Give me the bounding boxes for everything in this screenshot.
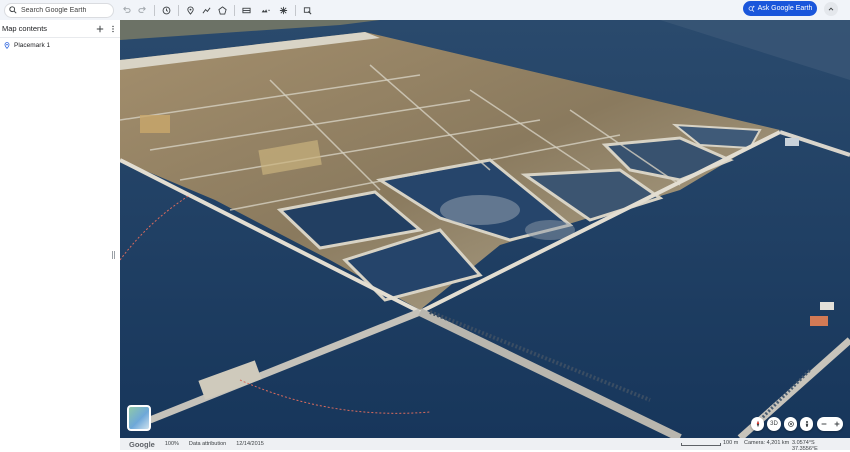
search-icon: [9, 6, 17, 14]
layers-icon: [242, 7, 251, 13]
toolbar-divider: [154, 4, 155, 16]
compass-icon: [756, 420, 759, 428]
weather-button[interactable]: [277, 4, 290, 17]
toolbar-divider: [295, 4, 296, 16]
image-overlay-icon: [261, 8, 270, 12]
more-vert-icon: [112, 25, 114, 32]
google-logo: Google: [129, 439, 155, 449]
placemark-icon: [4, 42, 10, 49]
chevron-up-icon: [828, 7, 834, 11]
image-overlay-button[interactable]: [256, 4, 274, 17]
undo-button[interactable]: [120, 4, 133, 17]
plus-icon: [96, 25, 104, 32]
panel-resize-handle[interactable]: [112, 251, 115, 259]
zoom-level: 100%: [164, 441, 179, 447]
history-button[interactable]: [160, 4, 173, 17]
scale-bar: [681, 443, 721, 446]
draw-polygon-button[interactable]: [216, 4, 229, 17]
coordinates: 3.0574°S 37.3556°E: [792, 440, 818, 452]
imagery-date: 12/14/2015: [236, 441, 264, 447]
zoom-out-icon[interactable]: [820, 420, 828, 428]
add-placemark-button[interactable]: [184, 4, 197, 17]
ask-label: Ask Google Earth: [757, 5, 813, 12]
search-input[interactable]: [21, 6, 109, 14]
ask-google-earth-button[interactable]: Ask Google Earth: [743, 1, 817, 16]
zoom-in-icon[interactable]: [833, 420, 841, 428]
satellite-imagery: [120, 20, 850, 438]
map-viewport[interactable]: [120, 20, 850, 438]
history-icon: [162, 6, 171, 14]
map-style-button[interactable]: [127, 405, 151, 431]
collapse-toolbar-button[interactable]: [824, 2, 838, 16]
weather-icon: [279, 6, 288, 14]
panel-title: Map contents: [2, 24, 48, 33]
spark-search-icon: [748, 5, 755, 12]
toolbar-divider: [178, 4, 179, 16]
add-button[interactable]: [95, 23, 105, 35]
toggle-3d-button[interactable]: 3D: [767, 417, 781, 431]
placemark-icon: [187, 6, 194, 15]
panel-header: Map contents: [0, 20, 120, 38]
compass-button[interactable]: [751, 417, 764, 431]
my-location-icon: [787, 421, 794, 427]
path-icon: [202, 7, 211, 13]
top-toolbar: Ask Google Earth: [0, 0, 850, 20]
redo-button[interactable]: [136, 4, 149, 17]
toolbar-divider: [234, 4, 235, 16]
map-contents-panel: Map contents Placemark 1: [0, 20, 120, 450]
capture-button[interactable]: [301, 4, 314, 17]
polygon-icon: [218, 5, 227, 15]
zoom-controls: [817, 417, 843, 431]
more-options-button[interactable]: [108, 23, 118, 35]
draw-path-button[interactable]: [200, 4, 213, 17]
redo-icon: [138, 6, 146, 13]
search-box[interactable]: [4, 2, 114, 18]
sidebar-item-placemark[interactable]: Placemark 1: [0, 38, 120, 53]
scale-label: 100 m: [723, 440, 739, 446]
street-view-button[interactable]: [800, 417, 813, 431]
capture-icon: [303, 6, 312, 14]
toolbar-tools: [120, 4, 314, 17]
data-attribution-link[interactable]: Data attribution: [189, 441, 226, 447]
status-bar: Google 100% Data attribution 12/14/2015 …: [120, 438, 850, 452]
layers-button[interactable]: [240, 4, 253, 17]
my-location-button[interactable]: [784, 417, 797, 431]
pegman-icon: [805, 420, 808, 427]
undo-icon: [123, 6, 131, 13]
sidebar-item-label: Placemark 1: [14, 42, 51, 49]
camera-altitude: Camera: 4,201 km: [744, 440, 790, 446]
toggle-3d-label: 3D: [770, 421, 778, 427]
